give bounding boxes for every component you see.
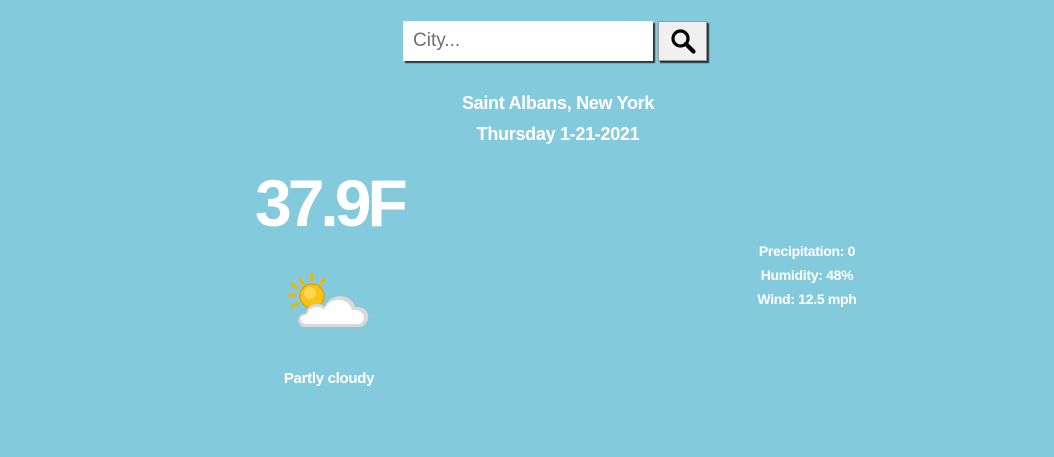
temperature: 37.9F (255, 166, 408, 240)
wind-value: Wind: 12.5 mph (757, 291, 857, 307)
partly-cloudy-icon (287, 272, 369, 327)
location-name: Saint Albans, New York (461, 93, 655, 113)
search-icon (670, 29, 696, 54)
city-search-input[interactable] (403, 21, 653, 61)
precipitation-value: Precipitation: 0 (758, 243, 856, 259)
humidity-value: Humidity: 48% (760, 267, 854, 283)
weather-condition: Partly cloudy (283, 370, 375, 387)
weather-details: Precipitation: 0 Humidity: 48% Wind: 12.… (734, 239, 880, 311)
current-date: Thursday 1-21-2021 (476, 124, 640, 144)
search-button[interactable] (658, 21, 707, 61)
search-bar (403, 21, 707, 61)
